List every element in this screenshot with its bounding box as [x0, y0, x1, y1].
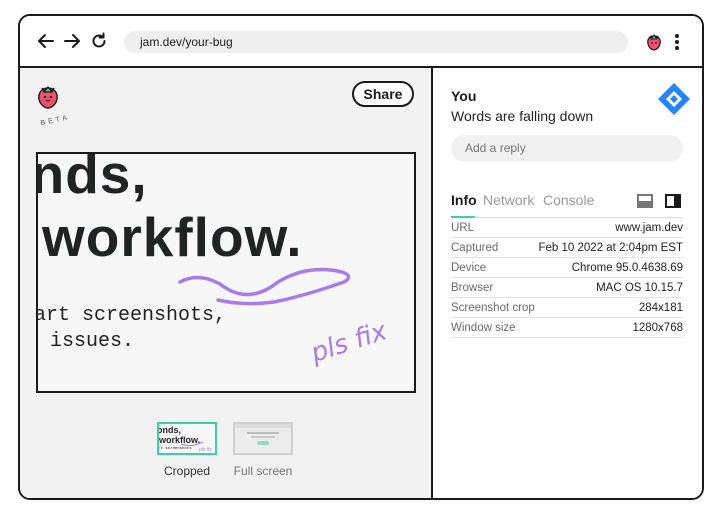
info-row: Browser MAC OS 10.15.7	[451, 278, 683, 298]
info-key: Device	[451, 261, 487, 274]
captured-screenshot[interactable]: onds, workflow. art screenshots, issues.…	[36, 152, 416, 393]
info-key: Window size	[451, 321, 516, 334]
info-row: Device Chrome 95.0.4638.69	[451, 258, 683, 278]
browser-window: jam.dev/your-bug BETA Share onds, workfl…	[18, 14, 704, 500]
address-bar[interactable]: jam.dev/your-bug	[124, 31, 628, 53]
info-value: Chrome 95.0.4638.69	[571, 261, 683, 274]
browser-toolbar: jam.dev/your-bug	[20, 16, 702, 68]
info-value: www.jam.dev	[615, 221, 683, 234]
screenshot-pane: BETA Share onds, workflow. art screensho…	[20, 68, 433, 498]
info-key: Captured	[451, 241, 499, 254]
back-arrow-icon[interactable]	[36, 31, 56, 51]
details-pane: You Words are falling down Add a reply I…	[435, 68, 702, 498]
info-row: URL www.jam.dev	[451, 218, 683, 238]
bottom-panel-layout-icon[interactable]	[637, 194, 653, 208]
svg-text:BETA: BETA	[40, 114, 71, 126]
info-row: Captured Feb 10 2022 at 2:04pm EST	[451, 238, 683, 258]
strawberry-extension-icon[interactable]	[645, 32, 663, 52]
comment-text: Words are falling down	[451, 108, 594, 124]
side-panel-layout-icon[interactable]	[665, 194, 681, 208]
info-value: 284x181	[638, 301, 683, 314]
info-value: MAC OS 10.15.7	[596, 281, 683, 294]
thumbnail-full-screen[interactable]	[233, 422, 293, 455]
thumbnail-label: Full screen	[233, 464, 293, 478]
thumbnail-label: Cropped	[163, 464, 211, 478]
svg-text:rt screenshots: rt screenshots	[159, 446, 192, 451]
more-menu-icon[interactable]	[672, 33, 682, 51]
share-button[interactable]: Share	[352, 81, 414, 107]
tab-console[interactable]: Console	[543, 192, 594, 208]
info-table: URL www.jam.dev Captured Feb 10 2022 at 2:…	[451, 218, 683, 338]
comment-author: You	[451, 88, 477, 104]
jira-icon[interactable]	[657, 82, 691, 116]
svg-text:workflow.: workflow.	[159, 435, 200, 445]
info-key: URL	[451, 221, 475, 234]
info-key: Screenshot crop	[451, 301, 535, 314]
annotation-overlay: pls fix	[178, 267, 391, 369]
thumbnail-cropped[interactable]: onds, workflow. rt screenshots pls fix	[157, 422, 217, 455]
reply-input[interactable]: Add a reply	[451, 135, 683, 162]
svg-text:onds,: onds,	[159, 425, 181, 435]
svg-text:pls fix: pls fix	[198, 447, 212, 453]
info-row: Screenshot crop 284x181	[451, 298, 683, 318]
info-value: Feb 10 2022 at 2:04pm EST	[538, 241, 683, 254]
info-value: 1280x768	[632, 321, 683, 334]
info-key: Browser	[451, 281, 494, 294]
tab-network[interactable]: Network	[483, 192, 534, 208]
jam-logo: BETA	[34, 82, 78, 127]
info-row: Window size 1280x768	[451, 318, 683, 338]
tab-info[interactable]: Info	[451, 192, 477, 208]
reload-icon[interactable]	[89, 31, 109, 51]
forward-arrow-icon[interactable]	[62, 31, 82, 51]
info-tabs: Info Network Console	[451, 192, 683, 218]
annotation-text: pls fix	[306, 316, 391, 369]
